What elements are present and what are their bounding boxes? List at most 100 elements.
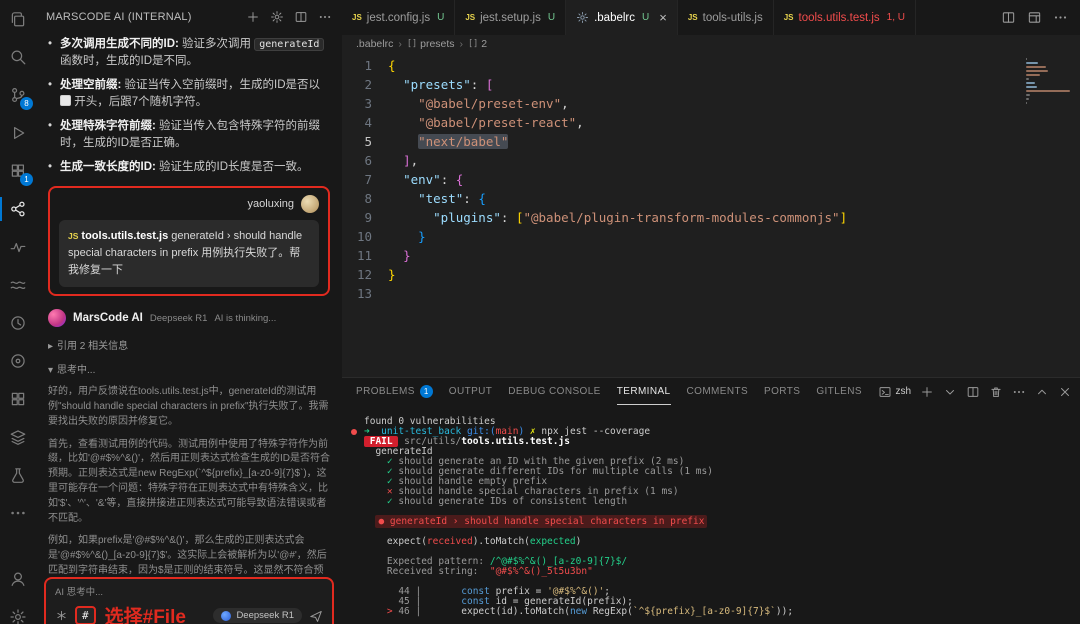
- commands-icon[interactable]: [55, 609, 68, 622]
- chat-settings-button[interactable]: [270, 10, 284, 24]
- code-line: "plugins": ["@babel/plugin-transform-mod…: [388, 208, 1080, 227]
- metrics-icon[interactable]: [0, 228, 36, 266]
- panel-tab-label: COMMENTS: [687, 386, 749, 397]
- new-chat-button[interactable]: [246, 10, 260, 24]
- maximize-panel-button[interactable]: [1035, 385, 1049, 399]
- sidebar-title: MARSCODE AI (INTERNAL): [46, 11, 246, 23]
- minimap-line: [1026, 90, 1070, 92]
- line-number: 2: [342, 75, 372, 94]
- thinking-toggle[interactable]: ▾思考中...: [48, 361, 330, 376]
- more-chat-actions-button[interactable]: [318, 10, 332, 24]
- breadcrumb-index-label: 2: [481, 38, 487, 50]
- account-icon[interactable]: [0, 560, 36, 598]
- history-icon[interactable]: [0, 304, 36, 342]
- panel-tab-label: TERMINAL: [617, 386, 671, 397]
- beaker-icon[interactable]: [0, 456, 36, 494]
- minimap-line: [1026, 82, 1035, 84]
- references-toggle[interactable]: ▸引用 2 相关信息: [48, 337, 330, 352]
- breadcrumb-presets[interactable]: presets: [407, 38, 455, 50]
- tab-tools-utils.js[interactable]: JStools-utils.js: [678, 0, 774, 35]
- code-line: }: [388, 227, 1080, 246]
- terminal-more-button[interactable]: [1012, 385, 1026, 399]
- breadcrumb-presets-label: presets: [420, 38, 454, 50]
- editor-layout-button[interactable]: [1027, 10, 1042, 25]
- target-icon[interactable]: [0, 342, 36, 380]
- split-terminal-button[interactable]: [966, 385, 980, 399]
- panel-tab-debug-console[interactable]: DEBUG CONSOLE: [508, 378, 600, 405]
- summary-title: 多次调用生成不同的ID:: [60, 38, 179, 50]
- layers-icon[interactable]: [0, 418, 36, 456]
- more-activities-icon[interactable]: [0, 494, 36, 532]
- bullet-icon: •: [48, 118, 52, 135]
- terminal-line: expect(received).toMatch(expected): [364, 537, 1080, 547]
- source-control-icon[interactable]: 8: [0, 76, 36, 114]
- panel-tabs: PROBLEMS1 OUTPUT DEBUG CONSOLE TERMINAL COMM…: [356, 378, 862, 405]
- close-icon[interactable]: ×: [659, 11, 667, 24]
- file-context-button[interactable]: #: [75, 606, 96, 624]
- extensions-icon[interactable]: 1: [0, 152, 36, 190]
- thinking-label: 思考中...: [57, 365, 95, 376]
- close-panel-button[interactable]: [1058, 385, 1072, 399]
- send-button[interactable]: [309, 609, 323, 623]
- open-in-editor-button[interactable]: [294, 10, 308, 24]
- run-debug-icon[interactable]: [0, 114, 36, 152]
- code-line: "presets": [: [388, 75, 1080, 94]
- waves-icon[interactable]: [0, 266, 36, 304]
- tab-jest.config.js[interactable]: JSjest.config.jsU: [342, 0, 455, 35]
- terminal-profile-dropdown[interactable]: [943, 385, 957, 399]
- panel-actions: zsh: [878, 385, 1072, 399]
- input-toolbar: # 选择#File Deepseek R1: [55, 602, 323, 624]
- babelrc-file-icon: [576, 11, 589, 24]
- kill-terminal-button[interactable]: [989, 385, 1003, 399]
- manage-settings-icon[interactable]: [0, 598, 36, 624]
- panel-tab-gitlens[interactable]: GITLENS: [816, 378, 862, 405]
- explorer-icon[interactable]: [0, 0, 36, 38]
- code-lines: { "presets": [ "@babel/preset-env", "@ba…: [388, 53, 1080, 378]
- panel-tab-label: DEBUG CONSOLE: [508, 386, 600, 397]
- panel-tab-comments[interactable]: COMMENTS: [687, 378, 749, 405]
- code-line: [388, 284, 1080, 303]
- line-number: 3: [342, 94, 372, 113]
- new-terminal-button[interactable]: [920, 385, 934, 399]
- tab-jest.setup.js[interactable]: JSjest.setup.jsU: [455, 0, 566, 35]
- breadcrumb-index[interactable]: 2: [468, 38, 487, 50]
- references-label: 引用 2 相关信息: [57, 341, 128, 352]
- tab-decoration: U: [437, 12, 444, 23]
- terminal[interactable]: found 0 vulnerabilities➜ unit-test_back …: [342, 405, 1080, 624]
- summary-item: •多次调用生成不同的ID: 验证多次调用 generateId 函数时，生成的I…: [48, 36, 330, 70]
- summary-text: 验证当传入空前缀时，生成的ID是否以: [121, 79, 320, 91]
- editor-code[interactable]: 12345678910111213 { "presets": [ "@babel…: [342, 53, 1080, 378]
- split-editor-button[interactable]: [1001, 10, 1016, 25]
- sidebar-header: MARSCODE AI (INTERNAL): [36, 0, 342, 34]
- thinking-text: 好的，用户反馈说在tools.utils.test.js中，generateId…: [48, 385, 330, 574]
- tab-.babelrc[interactable]: .babelrcU×: [566, 0, 678, 35]
- panel-tab-label: PROBLEMS: [356, 386, 415, 397]
- panel-tab-terminal[interactable]: TERMINAL: [617, 378, 671, 405]
- minimap[interactable]: [1026, 58, 1074, 110]
- shell-selector[interactable]: zsh: [878, 385, 911, 399]
- line-number: 7: [342, 170, 372, 189]
- bullet-icon: •: [48, 36, 52, 53]
- file-chip[interactable]: JStools.utils.test.js: [68, 230, 168, 242]
- panel-tab-output[interactable]: OUTPUT: [449, 378, 493, 405]
- tab-tools.utils.test.js[interactable]: JStools.utils.test.js1, U: [774, 0, 916, 35]
- editor-group: JSjest.config.jsUJSjest.setup.jsU.babelr…: [342, 0, 1080, 624]
- more-editor-actions-button[interactable]: [1053, 10, 1068, 25]
- line-number: 12: [342, 265, 372, 284]
- chat-scroll-area[interactable]: •多次调用生成不同的ID: 验证多次调用 generateId 函数时，生成的I…: [36, 34, 342, 574]
- tab-label: tools.utils.test.js: [799, 12, 880, 24]
- search-icon[interactable]: [0, 38, 36, 76]
- dashboard-icon[interactable]: [0, 380, 36, 418]
- model-selector[interactable]: Deepseek R1: [213, 608, 302, 623]
- panel-tab-ports[interactable]: PORTS: [764, 378, 800, 405]
- activity-badge: 1: [20, 173, 33, 186]
- marscode-ai-icon[interactable]: [0, 190, 36, 228]
- tab-label: .babelrc: [594, 12, 635, 24]
- breadcrumb-file[interactable]: .babelrc: [356, 38, 393, 50]
- minimap-line: [1026, 66, 1046, 68]
- activity-bar-top: 81: [0, 0, 36, 532]
- code-line: {: [388, 56, 1080, 75]
- panel-tab-problems[interactable]: PROBLEMS1: [356, 378, 433, 405]
- file-chip-label: tools.utils.test.js: [81, 230, 168, 242]
- tab-decoration: U: [548, 12, 555, 23]
